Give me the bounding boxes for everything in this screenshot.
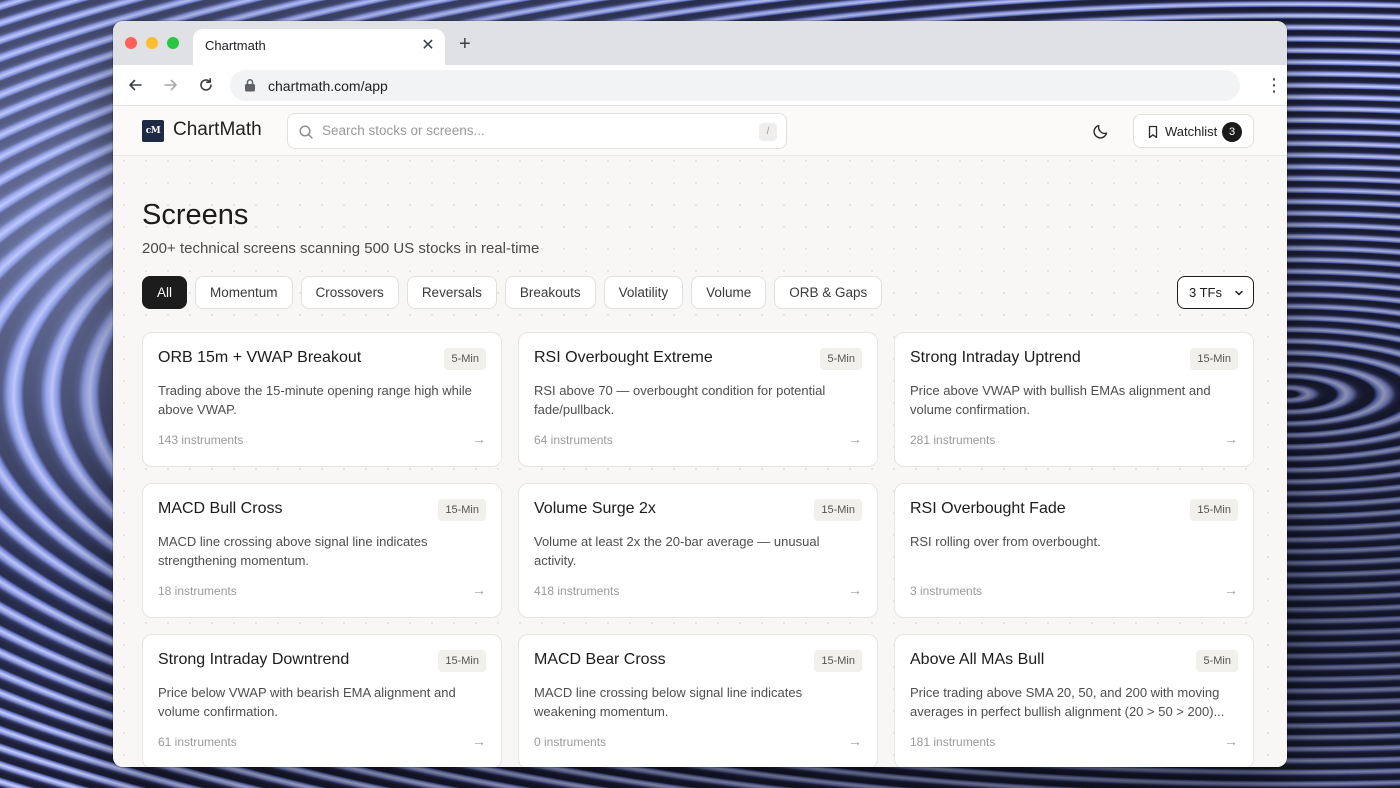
page-title: Screens: [142, 199, 249, 231]
filter-chip-volume[interactable]: Volume: [691, 276, 767, 309]
filter-chip-all[interactable]: All: [142, 276, 188, 309]
card-instrument-count: 281 instruments: [910, 433, 996, 447]
screen-card[interactable]: Strong Intraday Downtrend 15-Min Price b…: [142, 634, 502, 767]
card-timeframe-badge: 15-Min: [438, 650, 486, 672]
watchlist-count-badge: 3: [1222, 122, 1242, 142]
filter-chip-crossovers[interactable]: Crossovers: [300, 276, 399, 309]
arrow-right-icon: →: [472, 431, 486, 447]
card-instrument-count: 61 instruments: [158, 735, 237, 749]
arrow-right-icon: →: [1224, 733, 1238, 749]
card-title: RSI Overbought Extreme: [534, 349, 713, 366]
card-title: Strong Intraday Downtrend: [158, 651, 350, 668]
page-subtitle: 200+ technical screens scanning 500 US s…: [142, 240, 540, 257]
card-description: Trading above the 15-minute opening rang…: [158, 383, 472, 417]
card-instrument-count: 64 instruments: [534, 433, 613, 447]
card-timeframe-badge: 15-Min: [1190, 499, 1238, 521]
watchlist-button[interactable]: Watchlist 3: [1133, 114, 1254, 148]
card-description: Price below VWAP with bearish EMA alignm…: [158, 685, 456, 719]
card-instrument-count: 3 instruments: [910, 584, 983, 598]
screen-card[interactable]: MACD Bear Cross 15-Min MACD line crossin…: [518, 634, 878, 767]
minimize-window-button[interactable]: [146, 37, 158, 49]
url-text: chartmath.com/app: [268, 78, 388, 94]
arrow-right-icon: →: [848, 582, 862, 598]
card-title: Strong Intraday Uptrend: [910, 349, 1081, 366]
screen-card[interactable]: RSI Overbought Fade 15-Min RSI rolling o…: [894, 483, 1254, 618]
filter-chip-breakouts[interactable]: Breakouts: [504, 276, 596, 309]
chevron-down-icon: [1235, 290, 1243, 296]
card-instrument-count: 18 instruments: [158, 584, 237, 598]
card-instrument-count: 143 instruments: [158, 433, 244, 447]
card-title: Volume Surge 2x: [534, 500, 656, 517]
card-timeframe-badge: 15-Min: [438, 499, 486, 521]
card-title: Above All MAs Bull: [910, 651, 1045, 668]
screen-card[interactable]: Strong Intraday Uptrend 15-Min Price abo…: [894, 332, 1254, 467]
card-description: RSI rolling over from overbought.: [910, 534, 1101, 549]
card-description: RSI above 70 — overbought condition for …: [534, 383, 826, 417]
card-description: MACD line crossing below signal line ind…: [534, 685, 803, 719]
card-title: MACD Bull Cross: [158, 500, 283, 517]
card-title: RSI Overbought Fade: [910, 500, 1066, 517]
screen-card[interactable]: RSI Overbought Extreme 5-Min RSI above 7…: [518, 332, 878, 467]
arrow-right-icon: →: [1224, 582, 1238, 598]
watchlist-label: Watchlist: [1165, 124, 1218, 139]
search-icon: [299, 125, 313, 139]
filter-chip-momentum[interactable]: Momentum: [195, 276, 293, 309]
search-input[interactable]: [322, 123, 742, 138]
card-timeframe-badge: 15-Min: [1190, 348, 1238, 370]
screen-card[interactable]: Volume Surge 2x 15-Min Volume at least 2…: [518, 483, 878, 618]
close-window-button[interactable]: [125, 37, 137, 49]
forward-arrow-icon[interactable]: [159, 74, 183, 96]
bookmark-icon: [1148, 125, 1158, 139]
arrow-right-icon: →: [472, 582, 486, 598]
tab-bar: Chartmath ✕ +: [113, 21, 1287, 65]
browser-window: Chartmath ✕ + chartmath.com/app ⋮ cM Cha…: [113, 21, 1287, 767]
arrow-right-icon: →: [1224, 431, 1238, 447]
card-timeframe-badge: 15-Min: [814, 499, 862, 521]
card-timeframe-badge: 5-Min: [820, 348, 862, 370]
screen-card[interactable]: ORB 15m + VWAP Breakout 5-Min Trading ab…: [142, 332, 502, 467]
timeframe-select-label: 3 TFs: [1189, 285, 1222, 300]
card-timeframe-badge: 15-Min: [814, 650, 862, 672]
card-description: Price trading above SMA 20, 50, and 200 …: [910, 685, 1225, 719]
arrow-right-icon: →: [848, 431, 862, 447]
card-title: ORB 15m + VWAP Breakout: [158, 349, 362, 366]
filter-chips: All Momentum Crossovers Reversals Breako…: [142, 276, 883, 309]
back-arrow-icon[interactable]: [123, 74, 147, 96]
filter-chip-orb-gaps[interactable]: ORB & Gaps: [774, 276, 883, 309]
arrow-right-icon: →: [472, 733, 486, 749]
card-description: Price above VWAP with bullish EMAs align…: [910, 383, 1211, 417]
card-description: MACD line crossing above signal line ind…: [158, 534, 428, 568]
card-timeframe-badge: 5-Min: [1196, 650, 1238, 672]
screens-grid: ORB 15m + VWAP Breakout 5-Min Trading ab…: [142, 332, 1254, 767]
arrow-right-icon: →: [848, 733, 862, 749]
reload-icon[interactable]: [194, 74, 218, 96]
logo-text[interactable]: ChartMath: [173, 119, 262, 141]
address-bar: chartmath.com/app ⋮: [113, 65, 1287, 106]
moon-icon[interactable]: [1091, 121, 1111, 141]
url-field[interactable]: chartmath.com/app: [230, 70, 1240, 101]
tab-title: Chartmath: [205, 38, 266, 53]
search-box[interactable]: /: [287, 113, 787, 149]
card-title: MACD Bear Cross: [534, 651, 666, 668]
tab-close-icon[interactable]: ✕: [419, 37, 437, 55]
screen-card[interactable]: MACD Bull Cross 15-Min MACD line crossin…: [142, 483, 502, 618]
card-description: Volume at least 2x the 20-bar average — …: [534, 534, 820, 568]
maximize-window-button[interactable]: [167, 37, 179, 49]
search-shortcut-badge: /: [759, 123, 777, 141]
card-instrument-count: 181 instruments: [910, 735, 996, 749]
timeframe-select[interactable]: 3 TFs: [1177, 276, 1254, 309]
card-timeframe-badge: 5-Min: [444, 348, 486, 370]
browser-tab[interactable]: Chartmath ✕: [193, 29, 445, 65]
lock-icon: [245, 78, 255, 92]
new-tab-button[interactable]: +: [459, 34, 471, 54]
filter-chip-volatility[interactable]: Volatility: [603, 276, 684, 309]
browser-menu-icon[interactable]: ⋮: [1265, 74, 1283, 96]
app-header: cM ChartMath / Watchlist 3: [113, 106, 1287, 156]
logo-icon[interactable]: cM: [142, 120, 164, 142]
card-instrument-count: 418 instruments: [534, 584, 620, 598]
filter-chip-reversals[interactable]: Reversals: [406, 276, 497, 309]
screen-card[interactable]: Above All MAs Bull 5-Min Price trading a…: [894, 634, 1254, 767]
card-instrument-count: 0 instruments: [534, 735, 607, 749]
app-content: cM ChartMath / Watchlist 3 Screens 200+ …: [113, 106, 1287, 767]
